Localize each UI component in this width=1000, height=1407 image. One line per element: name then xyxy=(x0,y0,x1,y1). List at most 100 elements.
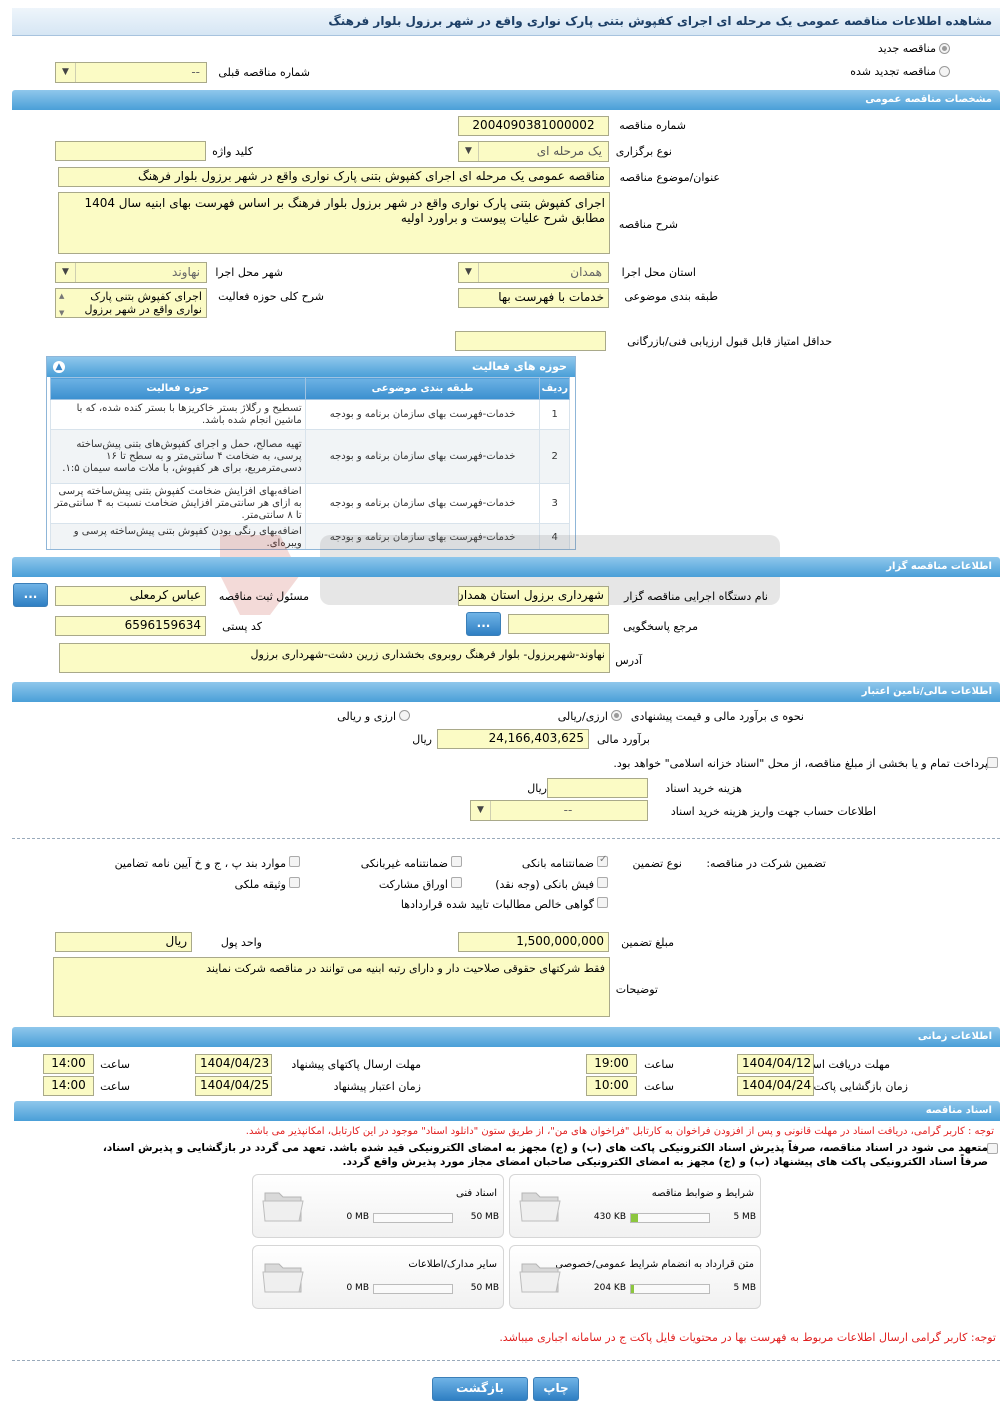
folder-icon xyxy=(519,1192,561,1222)
collapse-icon[interactable]: ▲ xyxy=(53,361,65,373)
min-score-label: حداقل امتیاز قابل قبول ارزیابی فنی/بازرگ… xyxy=(627,335,832,348)
participation-label: تضمین شرکت در مناقصه: xyxy=(706,857,826,870)
chevron-down-icon: ▼ xyxy=(56,263,76,282)
time-label: ساعت xyxy=(644,1080,674,1093)
row-number: 4 xyxy=(539,523,570,549)
scroll-down-icon[interactable]: ▼ xyxy=(59,307,64,317)
row-category: خدمات-فهرست بهای سازمان برنامه و بودجه xyxy=(304,429,541,484)
new-tender-label: مناقصه جدید xyxy=(877,42,936,55)
amount-field: 1,500,000,000 xyxy=(458,932,609,952)
bank-guarantee-checkbox[interactable] xyxy=(597,854,608,867)
row-area: تسطیح و رگلاژ بستر خاکریزها با بستر کنده… xyxy=(50,399,306,430)
account-select[interactable]: ▼ -- xyxy=(470,800,648,821)
keyword-label: کلید واژه xyxy=(212,145,253,158)
subject-field: مناقصه عمومی یک مرحله ای اجرای کفپوش بتن… xyxy=(58,167,610,187)
postal-label: کد پستی xyxy=(222,620,262,633)
cash-label: فیش بانکی (وجه نقد) xyxy=(495,878,594,891)
category-label: طبقه بندی موضوعی xyxy=(624,290,718,303)
validity-label: زمان اعتبار پیشنهاد xyxy=(333,1080,421,1093)
send-deadline-date: 1404/04/23 xyxy=(195,1054,272,1074)
section-general: مشخصات مناقصه عمومی xyxy=(12,90,1000,110)
doc-max-size: 5 MB xyxy=(733,1283,756,1293)
table-row: 4 خدمات-فهرست بهای سازمان برنامه و بودجه… xyxy=(50,523,570,549)
doc-tile-other[interactable]: سایر مدارک/اطلاعات 0 MB 50 MB xyxy=(252,1245,504,1309)
time-label: ساعت xyxy=(100,1058,130,1071)
row-number: 1 xyxy=(539,399,570,430)
notes-label: توضیحات xyxy=(615,983,658,996)
doc-tile-technical[interactable]: اسناد فنی 0 MB 50 MB xyxy=(252,1174,504,1238)
documents-note: توجه : کاربر گرامی، دریافت اسناد در مهلت… xyxy=(245,1126,994,1137)
treasury-checkbox[interactable] xyxy=(987,757,998,768)
respond-more-button[interactable]: ... xyxy=(466,612,501,636)
doc-progress xyxy=(630,1213,710,1223)
desc-field: اجرای کفپوش بتنی پارک نواری واقع در شهر … xyxy=(58,192,610,254)
row-category: خدمات-فهرست بهای سازمان برنامه و بودجه xyxy=(304,523,541,549)
bonds-label: اوراق مشارکت xyxy=(378,878,448,891)
scope-field[interactable]: اجرای کفپوش بتنی پارک نواری واقع در شهر … xyxy=(55,288,207,318)
rial-radio[interactable] xyxy=(611,710,622,721)
row-area: اضافه‌بهای رنگی بودن کفپوش بتنی پیش‌ساخت… xyxy=(50,523,306,549)
commit-checkbox[interactable] xyxy=(987,1143,998,1154)
article-checkbox[interactable] xyxy=(289,856,300,867)
divider xyxy=(12,838,1000,839)
agency-label: نام دستگاه اجرایی مناقصه گزار xyxy=(624,590,768,603)
divider xyxy=(12,1360,1000,1361)
scroll-up-icon[interactable]: ▲ xyxy=(59,290,64,303)
row-area: اضافه‌بهای افزایش ضخامت کفپوش بتنی پیش‌س… xyxy=(50,483,306,524)
activities-panel: حوزه های فعالیت ▲ ردیف طبقه بندی موضوعی … xyxy=(46,356,576,550)
validity-time: 14:00 xyxy=(43,1076,94,1096)
fx-radio[interactable] xyxy=(399,710,410,721)
col-category: طبقه بندی موضوعی xyxy=(304,377,541,400)
cash-checkbox[interactable] xyxy=(597,877,608,888)
time-label: ساعت xyxy=(100,1080,130,1093)
province-label: استان محل اجرا xyxy=(621,266,696,279)
min-score-field xyxy=(455,331,606,351)
type-select[interactable]: ▼ یک مرحله ای xyxy=(458,141,609,162)
doc-tile-contract[interactable]: متن قرارداد به انضمام شرایط عمومی/خصوصی … xyxy=(509,1245,761,1309)
province-select[interactable]: ▼ همدان xyxy=(458,262,609,283)
respond-field xyxy=(508,614,609,634)
claims-checkbox[interactable] xyxy=(597,897,608,908)
scope-text: اجرای کفپوش بتنی پارک نواری واقع در شهر … xyxy=(84,290,202,316)
subject-label: عنوان/موضوع مناقصه xyxy=(619,171,720,184)
doc-max-size: 50 MB xyxy=(470,1212,499,1222)
folder-icon xyxy=(262,1263,304,1293)
estimate-unit: ریال xyxy=(412,733,432,746)
address-field: نهاوند-شهربرزول- بلوار فرهنگ روبروی بخشد… xyxy=(59,643,610,673)
doc-receive-time: 19:00 xyxy=(586,1054,637,1074)
new-tender-radio[interactable] xyxy=(939,43,950,54)
validity-date: 1404/04/25 xyxy=(195,1076,272,1096)
keyword-input[interactable] xyxy=(55,141,206,161)
doc-fee-label: هزینه خرید اسناد xyxy=(665,782,742,795)
category-field: خدمات با فهرست بها xyxy=(458,288,609,308)
row-area: تهیه مصالح، حمل و اجرای کفپوش‌های بتنی پ… xyxy=(50,429,306,484)
section-organizer: اطلاعات مناقصه گزار xyxy=(12,557,1000,577)
registrar-field: عباس کرمعلی xyxy=(55,586,206,606)
section-timing: اطلاعات زمانی xyxy=(12,1027,1000,1047)
prev-tender-select[interactable]: ▼ -- xyxy=(55,62,207,83)
row-number: 2 xyxy=(539,429,570,484)
send-deadline-label: مهلت ارسال پاکتهای پیشنهاد xyxy=(291,1058,421,1071)
back-button[interactable]: بازگشت xyxy=(432,1377,528,1401)
city-select[interactable]: ▼ نهاوند xyxy=(55,262,207,283)
estimate-field: 24,166,403,625 xyxy=(437,729,589,749)
doc-size: 204 KB xyxy=(593,1283,626,1293)
desc-label: شرح مناقصه xyxy=(618,218,678,231)
registrar-more-button[interactable]: ... xyxy=(13,583,48,607)
agency-field: شهرداری برزول استان همدان xyxy=(458,586,609,606)
bonds-checkbox[interactable] xyxy=(451,877,462,888)
currency-field: ریال xyxy=(55,932,192,952)
article-label: موارد بند پ ، ج و خ آیین نامه تضامین xyxy=(114,857,286,870)
table-row: 1 خدمات-فهرست بهای سازمان برنامه و بودجه… xyxy=(50,399,570,430)
respond-label: مرجع پاسخگویی xyxy=(623,620,698,633)
page-title: مشاهده اطلاعات مناقصه عمومی یک مرحله ای … xyxy=(12,8,1000,36)
open-date: 1404/04/24 xyxy=(737,1076,814,1096)
doc-receive-label: مهلت دریافت اسناد xyxy=(801,1058,890,1071)
property-checkbox[interactable] xyxy=(289,877,300,888)
bank-guarantee-label: ضمانتنامه بانکی xyxy=(521,857,594,870)
doc-tile-conditions[interactable]: شرایط و ضوابط مناقصه 430 KB 5 MB xyxy=(509,1174,761,1238)
renewed-tender-radio[interactable] xyxy=(939,66,950,77)
nonbank-guarantee-checkbox[interactable] xyxy=(451,856,462,867)
guarantee-type-label: نوع تضمین xyxy=(632,857,682,870)
print-button[interactable]: چاپ xyxy=(533,1377,579,1401)
